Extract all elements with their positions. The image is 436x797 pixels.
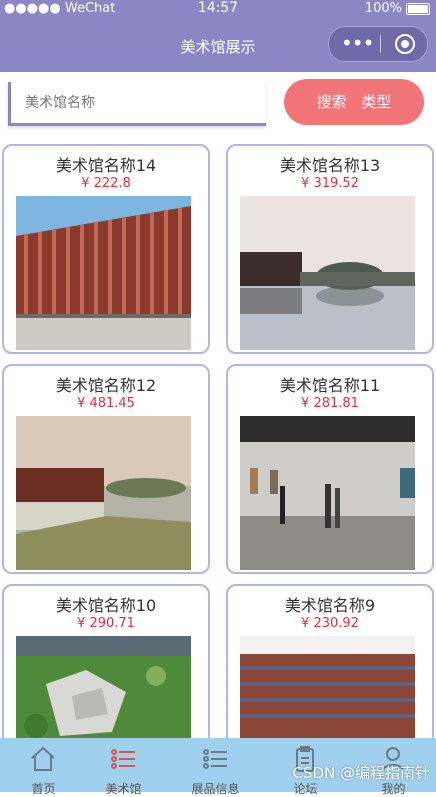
capsule-divider bbox=[380, 35, 381, 53]
tab-museum[interactable]: 美术馆 bbox=[80, 738, 167, 796]
museum-name: 美术馆名称11 bbox=[279, 376, 381, 395]
museum-photo bbox=[16, 636, 191, 738]
museum-name: 美术馆名称9 bbox=[284, 596, 376, 615]
museum-card[interactable]: 美术馆名称10 ¥ 290.71 bbox=[2, 584, 210, 738]
museum-card[interactable]: 美术馆名称14 ¥ 222.8 bbox=[2, 144, 210, 354]
search-type-button[interactable]: 搜索 类型 bbox=[284, 79, 424, 125]
list-icon bbox=[203, 749, 227, 769]
battery-label: 100% bbox=[364, 1, 402, 16]
museum-photo bbox=[240, 416, 415, 570]
miniprogram-capsule: ••• bbox=[328, 26, 428, 62]
museum-grid: 美术馆名称14 ¥ 222.8 美术馆名称13 ¥ 319.52 美术馆名称12… bbox=[0, 138, 436, 738]
list-icon bbox=[111, 749, 135, 769]
museum-name: 美术馆名称14 bbox=[55, 156, 157, 175]
watermark: CSDN @编程指南针 bbox=[292, 764, 430, 782]
museum-photo bbox=[240, 636, 415, 738]
close-miniprogram-icon[interactable] bbox=[395, 34, 415, 54]
museum-photo bbox=[16, 416, 191, 570]
search-label[interactable]: 搜索 bbox=[317, 93, 347, 111]
museum-card[interactable]: 美术馆名称11 ¥ 281.81 bbox=[226, 364, 434, 574]
search-input[interactable] bbox=[8, 82, 266, 126]
type-label[interactable]: 类型 bbox=[361, 93, 391, 111]
museum-card[interactable]: 美术馆名称13 ¥ 319.52 bbox=[226, 144, 434, 354]
home-icon bbox=[31, 746, 55, 771]
museum-name: 美术馆名称13 bbox=[279, 156, 381, 175]
header-bar: ●●●●● WeChat 14:57 100% 美术馆展示 ••• bbox=[0, 0, 436, 72]
more-icon[interactable]: ••• bbox=[341, 31, 374, 55]
museum-card[interactable]: 美术馆名称9 ¥ 230.92 bbox=[226, 584, 434, 738]
museum-card[interactable]: 美术馆名称12 ¥ 481.45 bbox=[2, 364, 210, 574]
tab-home[interactable]: 首页 bbox=[0, 738, 87, 796]
museum-price: ¥ 222.8 bbox=[81, 176, 131, 191]
museum-price: ¥ 319.52 bbox=[301, 176, 359, 191]
museum-photo bbox=[240, 196, 415, 350]
museum-photo bbox=[16, 196, 191, 350]
museum-price: ¥ 281.81 bbox=[301, 396, 359, 411]
museum-name: 美术馆名称12 bbox=[55, 376, 157, 395]
tab-label: 首页 bbox=[31, 782, 56, 796]
museum-price: ¥ 290.71 bbox=[77, 616, 135, 631]
battery-icon bbox=[406, 3, 430, 15]
search-row: 搜索 类型 bbox=[0, 72, 436, 138]
museum-price: ¥ 230.92 bbox=[301, 616, 359, 631]
tab-exhibits[interactable]: 展品信息 bbox=[172, 738, 259, 796]
museum-name: 美术馆名称10 bbox=[55, 596, 157, 615]
status-bar: ●●●●● WeChat 14:57 100% bbox=[0, 0, 436, 20]
museum-price: ¥ 481.45 bbox=[77, 396, 135, 411]
tab-label: 美术馆 bbox=[105, 782, 142, 796]
tab-label: 展品信息 bbox=[191, 782, 240, 796]
